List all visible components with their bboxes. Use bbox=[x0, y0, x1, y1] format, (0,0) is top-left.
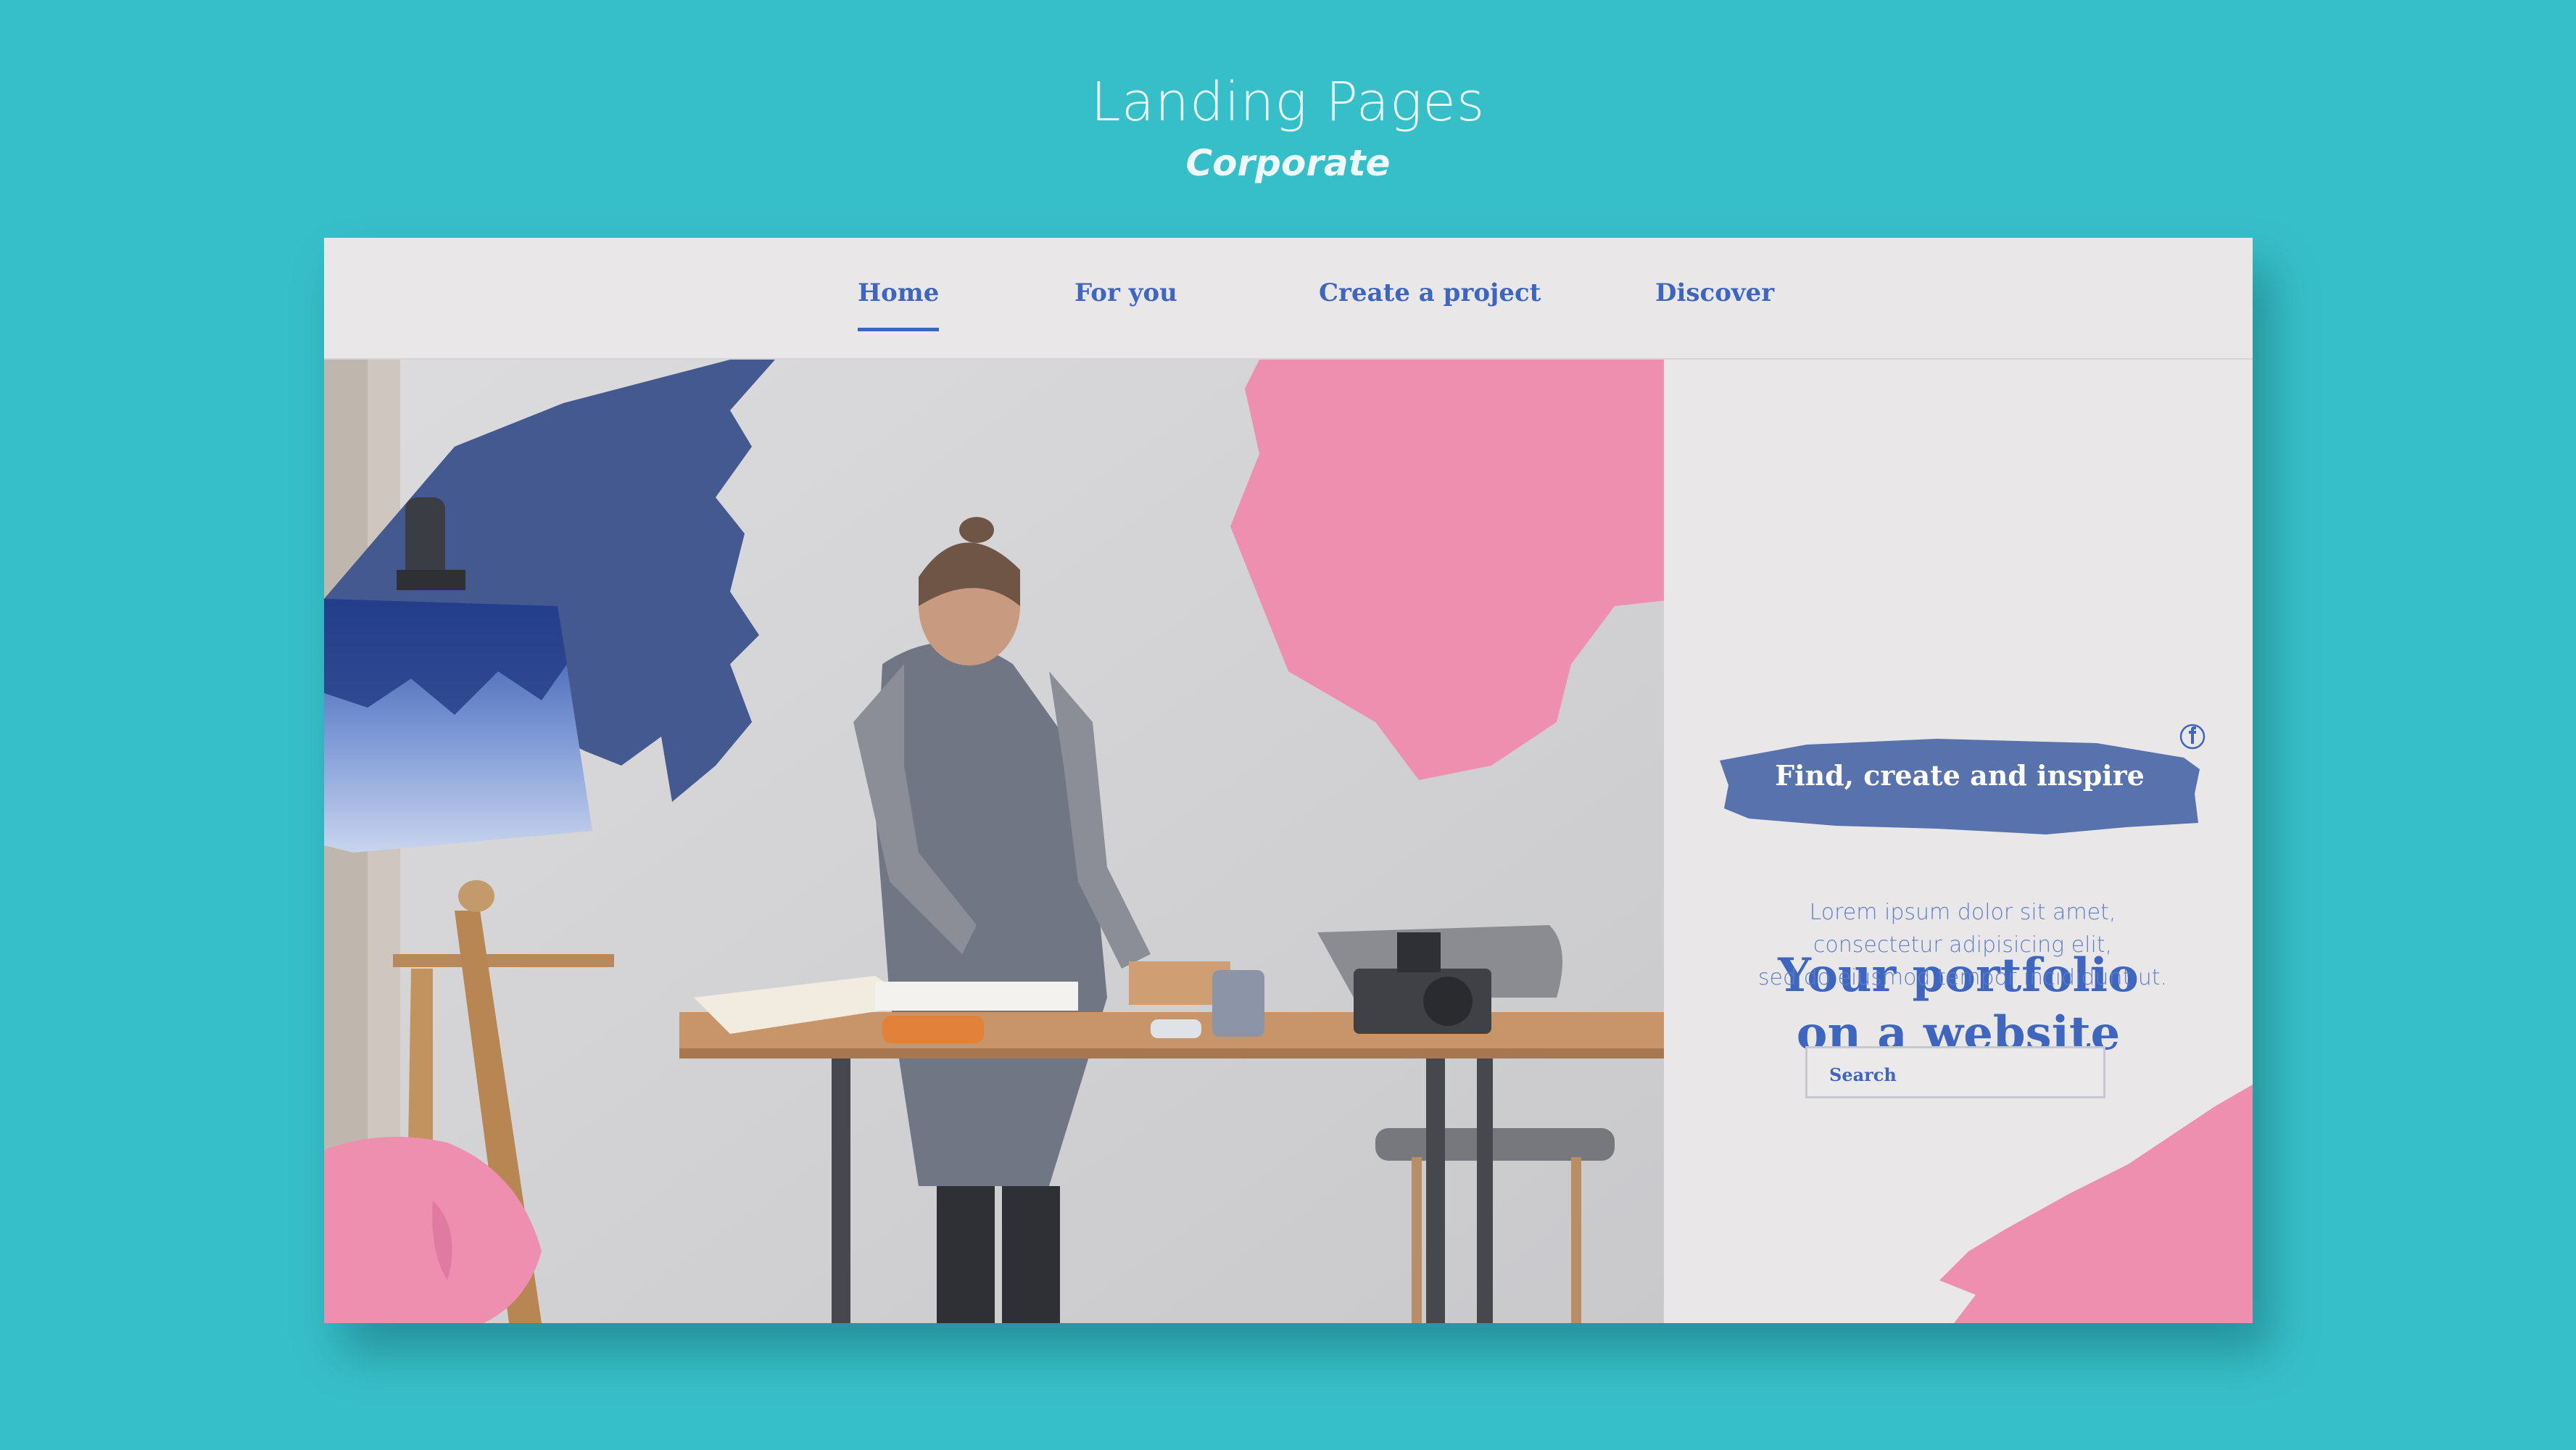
hero-description-line1: Lorem ipsum dolor sit amet, bbox=[1809, 900, 2116, 925]
nav-item-home[interactable]: Home bbox=[858, 278, 940, 331]
showcase-subtitle: Corporate bbox=[1185, 142, 1391, 184]
search-input[interactable]: Search bbox=[1805, 1046, 2105, 1098]
hero-description-line3: sed do eiusmod tempor incididunt ut. bbox=[1757, 965, 2168, 990]
nav-item-create-project[interactable]: Create a project bbox=[1319, 278, 1541, 322]
showcase-canvas: Landing Pages Corporate Home For you Cre… bbox=[0, 0, 2576, 1450]
showcase-title: Landing Pages bbox=[1090, 71, 1486, 133]
nav-item-discover[interactable]: Discover bbox=[1655, 278, 1774, 322]
nav-item-for-you[interactable]: For you bbox=[1074, 278, 1177, 322]
artist-studio-illustration bbox=[324, 360, 1664, 1323]
cta-label: Find, create and inspire bbox=[1775, 759, 2145, 792]
hero-description: Lorem ipsum dolor sit amet, consectetur … bbox=[1738, 896, 2187, 994]
cta-button[interactable]: Find, create and inspire bbox=[1720, 736, 2200, 845]
hero-photo bbox=[324, 360, 1664, 1323]
hero-description-line2: consectetur adipisicing elit, bbox=[1813, 932, 2113, 958]
top-navigation: Home For you Create a project Discover bbox=[324, 238, 2253, 360]
search-placeholder: Search bbox=[1829, 1064, 1897, 1085]
